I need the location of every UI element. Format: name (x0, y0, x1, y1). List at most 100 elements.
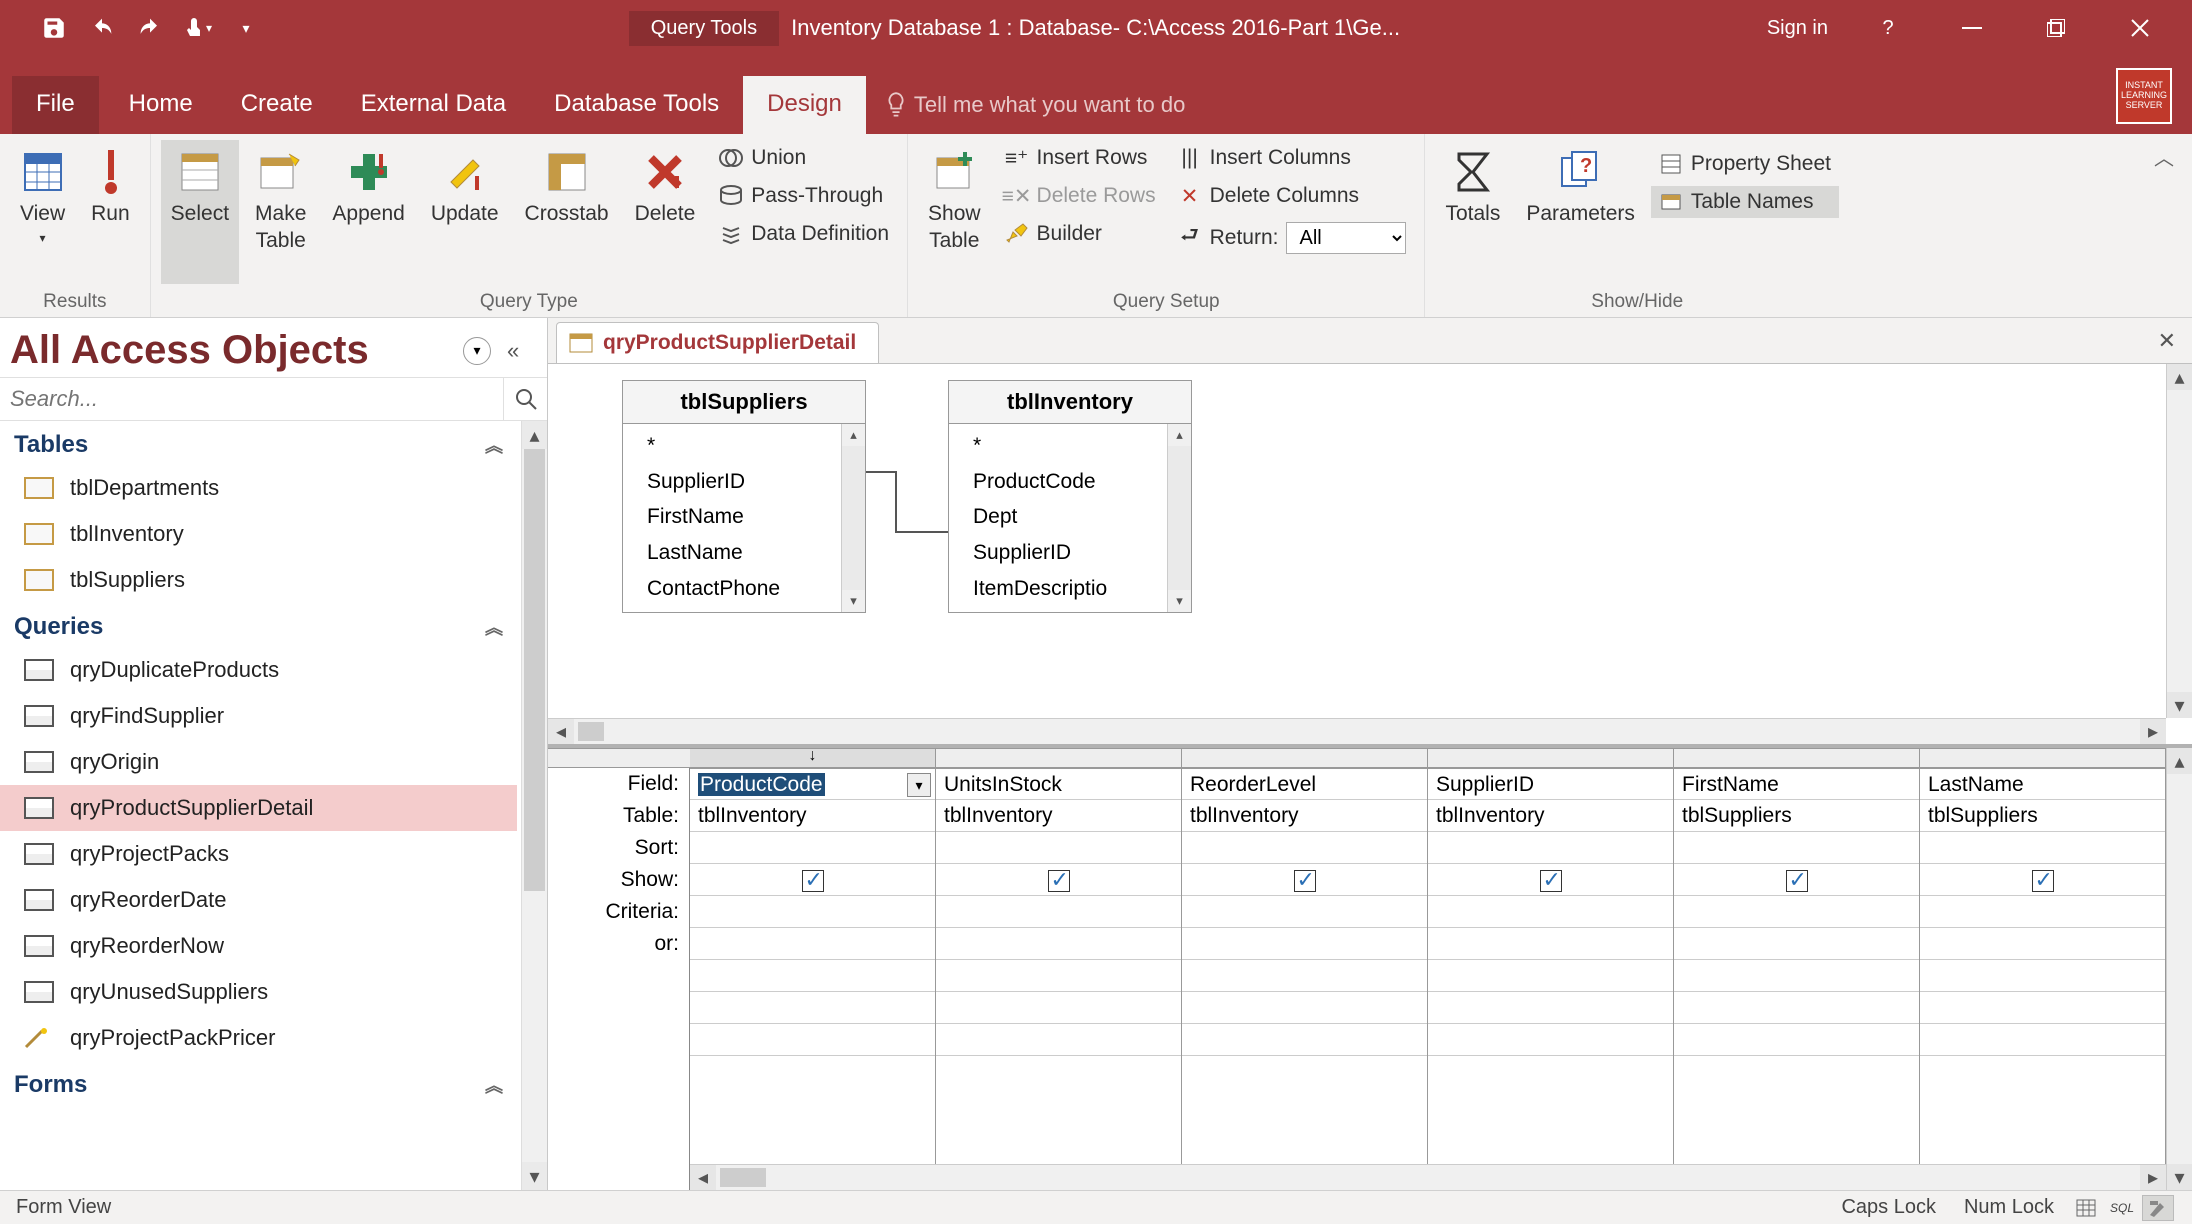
qbe-col-3[interactable]: SupplierIDtblInventory (1428, 748, 1674, 1190)
cell-field[interactable]: FirstName (1674, 768, 1919, 800)
scroll-up-icon[interactable]: ▴ (522, 421, 547, 449)
dropdown-icon[interactable]: ▾ (907, 773, 931, 797)
cell-table[interactable]: tblInventory (1428, 800, 1673, 832)
property-sheet-button[interactable]: Property Sheet (1651, 148, 1839, 180)
save-icon[interactable] (40, 14, 68, 42)
help-icon[interactable]: ? (1864, 0, 1912, 56)
nav-item-qryunusedsuppliers[interactable]: qryUnusedSuppliers (0, 969, 517, 1015)
cell-table[interactable]: tblInventory (936, 800, 1181, 832)
cell-blank[interactable] (1674, 960, 1919, 992)
close-document-icon[interactable]: ✕ (2158, 328, 2176, 354)
qat-customize-icon[interactable]: ▾ (232, 14, 260, 42)
cell-or[interactable] (1674, 928, 1919, 960)
cell-show[interactable] (1428, 864, 1673, 896)
run-button[interactable]: Run (81, 140, 140, 284)
cell-blank[interactable] (1920, 960, 2165, 992)
view-datasheet-icon[interactable] (2070, 1195, 2102, 1221)
scroll-down-icon[interactable]: ▾ (522, 1162, 547, 1190)
cell-blank[interactable] (1182, 1024, 1427, 1056)
field-item[interactable]: Dept (973, 499, 1161, 535)
table-box-vscroll[interactable]: ▴▾ (1167, 424, 1191, 612)
cell-field[interactable]: SupplierID (1428, 768, 1673, 800)
cell-sort[interactable] (1182, 832, 1427, 864)
design-canvas[interactable]: tblSuppliers * SupplierID FirstName Last… (548, 364, 2166, 718)
search-icon[interactable] (503, 378, 547, 420)
cell-field[interactable]: ProductCode▾ (690, 768, 935, 800)
cell-field[interactable]: ReorderLevel (1182, 768, 1427, 800)
nav-group-tables[interactable]: Tables︽ (0, 421, 517, 465)
field-list[interactable]: * SupplierID FirstName LastName ContactP… (623, 424, 841, 612)
close-icon[interactable] (2116, 0, 2164, 56)
nav-item-qryreorderdate[interactable]: qryReorderDate (0, 877, 517, 923)
view-button[interactable]: View ▾ (10, 140, 75, 284)
view-sql-icon[interactable]: SQL (2106, 1195, 2138, 1221)
cell-table[interactable]: tblInventory (690, 800, 935, 832)
tab-external-data[interactable]: External Data (337, 76, 530, 134)
signin-link[interactable]: Sign in (1767, 17, 1828, 40)
qbe-col-0[interactable]: ProductCode▾tblInventory (690, 748, 936, 1190)
field-list[interactable]: * ProductCode Dept SupplierID ItemDescri… (949, 424, 1167, 612)
cell-blank[interactable] (1428, 992, 1673, 1024)
table-names-button[interactable]: Table Names (1651, 186, 1839, 218)
document-tab[interactable]: qryProductSupplierDetail (556, 322, 879, 363)
nav-item-qryduplicateproducts[interactable]: qryDuplicateProducts (0, 647, 517, 693)
design-vscroll[interactable]: ▴▾ (2166, 364, 2192, 718)
append-button[interactable]: Append (322, 140, 414, 284)
cell-sort[interactable] (1674, 832, 1919, 864)
data-definition-button[interactable]: Data Definition (711, 218, 897, 250)
nav-item-qryreordernow[interactable]: qryReorderNow (0, 923, 517, 969)
cell-table[interactable]: tblSuppliers (1674, 800, 1919, 832)
column-selector[interactable] (1674, 748, 1919, 768)
nav-group-queries[interactable]: Queries︽ (0, 603, 517, 647)
show-checkbox[interactable] (1294, 870, 1316, 892)
nav-item-tblsuppliers[interactable]: tblSuppliers (0, 557, 517, 603)
field-item[interactable]: SupplierID (973, 535, 1161, 571)
field-item[interactable]: ItemDescriptio (973, 571, 1161, 607)
cell-sort[interactable] (1428, 832, 1673, 864)
show-table-button[interactable]: Show Table (918, 140, 991, 284)
tab-create[interactable]: Create (217, 76, 337, 134)
cell-blank[interactable] (1920, 992, 2165, 1024)
return-select[interactable]: All (1286, 222, 1406, 254)
qbe-vscroll[interactable]: ▴▾ (2166, 748, 2192, 1190)
cell-criteria[interactable] (1674, 896, 1919, 928)
nav-item-tblinventory[interactable]: tblInventory (0, 511, 517, 557)
cell-blank[interactable] (690, 1024, 935, 1056)
qbe-col-2[interactable]: ReorderLeveltblInventory (1182, 748, 1428, 1190)
show-checkbox[interactable] (1786, 870, 1808, 892)
cell-show[interactable] (1920, 864, 2165, 896)
qbe-col-1[interactable]: UnitsInStocktblInventory (936, 748, 1182, 1190)
cell-sort[interactable] (1920, 832, 2165, 864)
cell-criteria[interactable] (1428, 896, 1673, 928)
table-box-suppliers[interactable]: tblSuppliers * SupplierID FirstName Last… (622, 380, 866, 613)
cell-criteria[interactable] (1182, 896, 1427, 928)
cell-or[interactable] (1920, 928, 2165, 960)
show-checkbox[interactable] (1540, 870, 1562, 892)
nav-shutter-icon[interactable]: « (507, 338, 527, 364)
cell-criteria[interactable] (1920, 896, 2165, 928)
delete-columns-button[interactable]: ✕Delete Columns (1170, 180, 1415, 212)
make-table-button[interactable]: Make Table (245, 140, 316, 284)
table-box-vscroll[interactable]: ▴▾ (841, 424, 865, 612)
tab-design[interactable]: Design (743, 76, 866, 134)
column-selector[interactable] (1182, 748, 1427, 768)
column-selector[interactable] (1920, 748, 2165, 768)
tab-home[interactable]: Home (105, 76, 217, 134)
field-item[interactable]: ContactPhone (647, 571, 835, 607)
cell-criteria[interactable] (690, 896, 935, 928)
cell-or[interactable] (936, 928, 1181, 960)
nav-item-qryprojectpacks[interactable]: qryProjectPacks (0, 831, 517, 877)
cell-field[interactable]: LastName (1920, 768, 2165, 800)
maximize-icon[interactable] (2032, 0, 2080, 56)
cell-blank[interactable] (1674, 992, 1919, 1024)
cell-table[interactable]: tblInventory (1182, 800, 1427, 832)
qbe-col-4[interactable]: FirstNametblSuppliers (1674, 748, 1920, 1190)
cell-criteria[interactable] (936, 896, 1181, 928)
cell-field[interactable]: UnitsInStock (936, 768, 1181, 800)
table-box-inventory[interactable]: tblInventory * ProductCode Dept Supplier… (948, 380, 1192, 613)
field-item-pk[interactable]: ProductCode (973, 464, 1161, 500)
undo-icon[interactable] (88, 14, 116, 42)
cell-sort[interactable] (690, 832, 935, 864)
passthrough-button[interactable]: Pass-Through (711, 180, 897, 212)
cell-blank[interactable] (936, 1024, 1181, 1056)
